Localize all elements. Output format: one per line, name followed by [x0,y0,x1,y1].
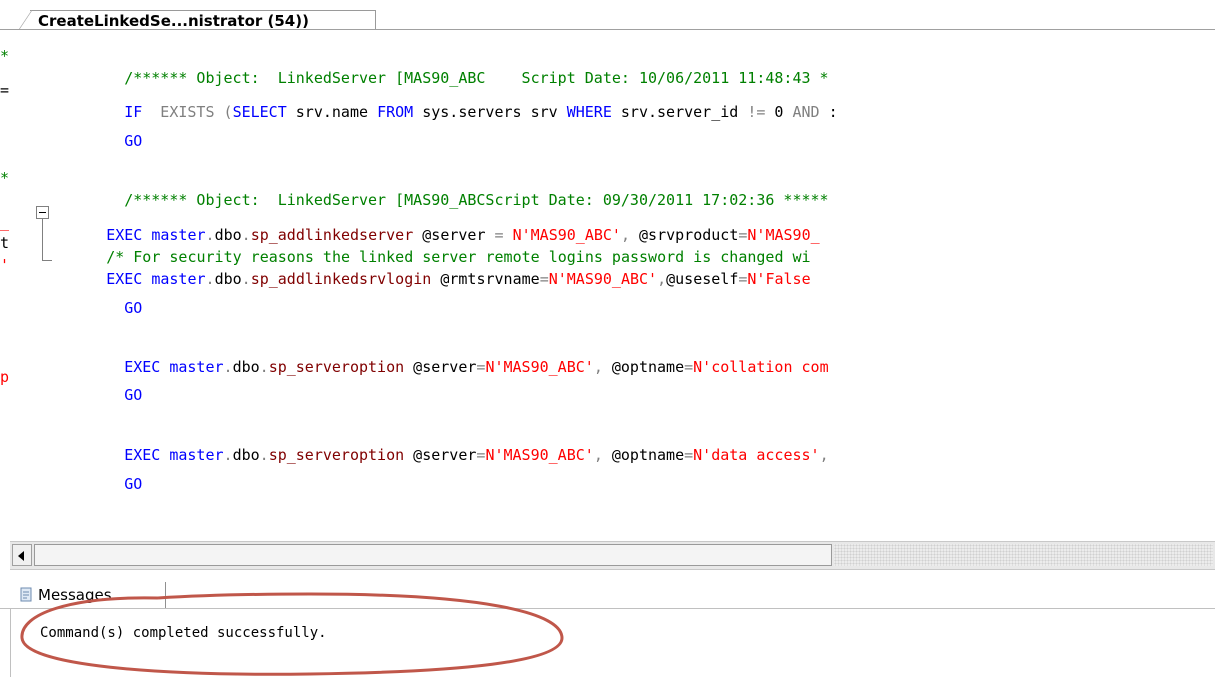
code-editor[interactable]: * = * _ t ' p /****** Object: LinkedServ… [0,30,1215,540]
parameter-token: @useself [666,270,739,288]
code-line: GO [70,451,142,493]
code-line: EXEC master.dbo.sp_addlinkedserver @serv… [52,202,819,244]
gutter-mark: ' [0,256,10,274]
outline-line [42,219,43,261]
identifier-token: dbo [232,358,260,376]
code-line: /****** Object: LinkedServer [MAS90_ABC … [70,45,828,87]
string-token: N'MAS90_ABC' [548,270,658,288]
gutter-mark: * [0,169,10,187]
keyword-token: GO [124,386,143,404]
gutter-mark: * [0,47,10,65]
parameter-token: @optname [602,358,685,376]
operator-token: ( [223,103,233,121]
gutter-mark: t [0,234,10,252]
operator-token: . [205,270,215,288]
highlight-ellipse [20,592,564,676]
operator-token: = [684,358,694,376]
operator-token: = [684,446,694,464]
string-token: N'data access' [693,446,820,464]
operator-token: . [259,358,269,376]
number-token: 0 [765,103,793,121]
keyword-token: AND [792,103,820,121]
parameter-token: @optname [602,446,685,464]
keyword-token: EXISTS [142,103,224,121]
identifier-token: master [160,446,224,464]
scrollbar-thumb[interactable] [34,544,832,566]
parameter-token: @server [404,446,477,464]
collapse-toggle-icon[interactable] [36,206,49,219]
operator-token: , [593,358,603,376]
keyword-token: GO [124,132,143,150]
identifier-token: master [142,270,206,288]
code-line: /****** Object: LinkedServer [MAS90_ABCS… [70,167,828,209]
operator-token: , [819,446,829,464]
code-line: IF EXISTS (SELECT srv.name FROM sys.serv… [70,79,837,121]
operator-token: != [747,103,766,121]
tab-title: CreateLinkedSe...nistrator (54)) [38,12,309,30]
keyword-token: WHERE [566,103,612,121]
code-line: GO [70,275,142,317]
keyword-token: SELECT [232,103,287,121]
parameter-token: @rmtsrvname [431,270,540,288]
horizontal-scrollbar[interactable] [10,541,1215,570]
string-token: N'MAS90_ABC' [485,358,594,376]
operator-token: . [241,270,251,288]
outline-line-end [42,260,52,261]
identifier-token: sys.servers srv [413,103,567,121]
operator-token: . [223,358,233,376]
identifier-token: dbo [232,446,260,464]
identifier-token: master [160,358,224,376]
tab-query-document[interactable]: CreateLinkedSe...nistrator (54)) [18,10,376,31]
identifier-token: dbo [214,270,242,288]
identifier-token: srv.server_id [611,103,748,121]
string-token: N'False [747,270,811,288]
code-line: GO [70,108,142,150]
keyword-token: FROM [377,103,414,121]
scroll-left-arrow-icon[interactable] [12,544,32,566]
code-line: GO [70,362,142,404]
string-token: N'MAS90_ABC' [485,446,594,464]
keyword-token: GO [124,475,143,493]
string-token: N'collation com [693,358,829,376]
keyword-token: GO [124,299,143,317]
operator-token: , [593,446,603,464]
identifier-token: : [819,103,838,121]
code-line: EXEC master.dbo.sp_serveroption @server=… [70,334,828,376]
parameter-token: @server [404,358,477,376]
code-line: EXEC master.dbo.sp_serveroption @server=… [70,422,828,464]
operator-token: , [657,270,667,288]
procedure-token: sp_serveroption [268,358,405,376]
code-line: /* For security reasons the linked serve… [52,224,810,266]
code-line: EXEC master.dbo.sp_addlinkedsrvlogin @rm… [52,246,810,288]
procedure-token: sp_serveroption [268,446,405,464]
procedure-token: sp_addlinkedsrvlogin [250,270,432,288]
query-editor-window: CreateLinkedSe...nistrator (54)) * = * _… [0,0,1215,677]
identifier-token: srv.name [286,103,378,121]
operator-token: . [259,446,269,464]
operator-token: . [223,446,233,464]
scrollbar-track[interactable] [834,544,1213,566]
gutter-mark: = [0,81,10,99]
gutter-mark: p [0,368,10,386]
gutter-mark: _ [0,213,10,231]
document-tab-strip: CreateLinkedSe...nistrator (54)) [0,0,1215,31]
operator-token: = [539,270,549,288]
